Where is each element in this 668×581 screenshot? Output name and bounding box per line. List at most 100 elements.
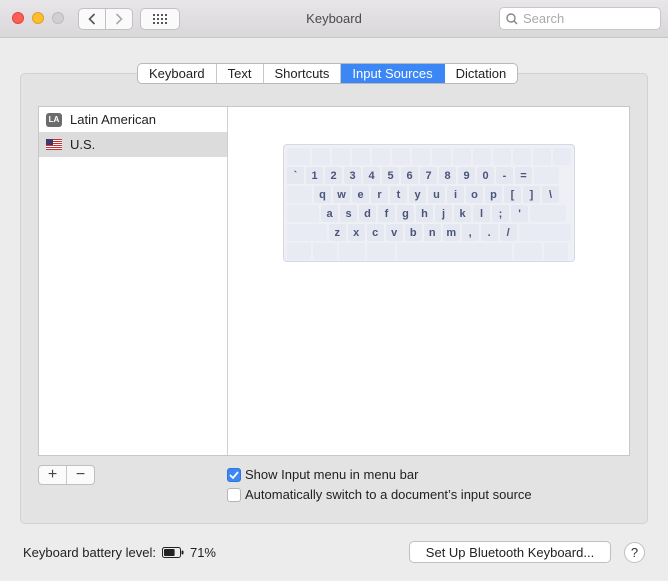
key — [472, 148, 491, 165]
key: d — [359, 205, 376, 222]
keyboard-qwerty-row: q w e r t y u i o p [ ] \ — [287, 186, 571, 203]
key: i — [447, 186, 464, 203]
key — [352, 148, 371, 165]
key: \ — [542, 186, 559, 203]
key: l — [473, 205, 490, 222]
tab-keyboard[interactable]: Keyboard — [138, 64, 217, 83]
add-source-button[interactable]: + — [39, 466, 67, 484]
battery-status: Keyboard battery level: 71% — [23, 545, 216, 560]
key: 6 — [401, 167, 418, 184]
key: 2 — [325, 167, 342, 184]
help-button[interactable]: ? — [624, 542, 645, 563]
key: 9 — [458, 167, 475, 184]
show-input-menu-checkbox[interactable] — [227, 467, 241, 482]
auto-switch-option[interactable]: Automatically switch to a document’s inp… — [227, 487, 532, 502]
us-flag-icon — [46, 139, 62, 150]
key: . — [480, 224, 498, 241]
key: 0 — [477, 167, 494, 184]
tab-input-sources[interactable]: Input Sources — [341, 64, 445, 83]
key-shift — [518, 224, 571, 241]
remove-source-button[interactable]: − — [67, 466, 94, 484]
key — [512, 148, 531, 165]
tab-dictation[interactable]: Dictation — [445, 64, 518, 83]
key — [367, 243, 395, 260]
key-shift — [287, 224, 327, 241]
key: t — [390, 186, 407, 203]
key-caps — [287, 205, 319, 222]
key: ] — [523, 186, 540, 203]
tab-text[interactable]: Text — [217, 64, 264, 83]
key: w — [333, 186, 350, 203]
show-input-menu-option[interactable]: Show Input menu in menu bar — [227, 467, 418, 482]
key-return — [530, 205, 566, 222]
key — [492, 148, 511, 165]
key: p — [485, 186, 502, 203]
key — [339, 243, 365, 260]
key: g — [397, 205, 414, 222]
add-remove-control: + − — [38, 465, 95, 485]
title-bar: Keyboard — [0, 0, 668, 38]
search-field[interactable] — [499, 7, 661, 30]
key — [372, 148, 391, 165]
key — [313, 243, 337, 260]
key: ` — [287, 167, 304, 184]
key: a — [321, 205, 338, 222]
key: 1 — [306, 167, 323, 184]
key-space — [397, 243, 512, 260]
key: = — [515, 167, 532, 184]
key: o — [466, 186, 483, 203]
auto-switch-checkbox[interactable] — [227, 487, 241, 502]
keyboard-home-row: a s d f g h j k l ; ' — [287, 205, 571, 222]
key: v — [385, 224, 403, 241]
key: e — [352, 186, 369, 203]
key: 4 — [363, 167, 380, 184]
la-badge-icon: LA — [46, 112, 62, 127]
battery-icon — [161, 547, 184, 558]
key — [552, 148, 572, 165]
keyboard-space-row — [287, 243, 571, 260]
key: k — [454, 205, 471, 222]
show-input-menu-label: Show Input menu in menu bar — [245, 467, 419, 482]
key: / — [499, 224, 517, 241]
key: m — [442, 224, 460, 241]
keyboard-viewer: ` 1 2 3 4 5 6 7 8 9 0 - = q w e r t y u … — [283, 144, 575, 262]
key — [514, 243, 542, 260]
key: ; — [492, 205, 509, 222]
keyboard-bottom-letter-row: z x c v b n m , . / — [287, 224, 571, 241]
key — [287, 243, 311, 260]
key: y — [409, 186, 426, 203]
keyboard-function-row — [287, 148, 572, 165]
key: h — [416, 205, 433, 222]
key: b — [404, 224, 422, 241]
input-sources-pane: LA Latin American U.S. ` 1 2 3 4 5 6 7 8… — [38, 106, 630, 456]
key: u — [428, 186, 445, 203]
input-source-list[interactable]: LA Latin American U.S. — [39, 107, 228, 455]
source-item-label: U.S. — [70, 137, 96, 152]
checkmark-icon — [229, 470, 239, 479]
auto-switch-label: Automatically switch to a document’s inp… — [245, 487, 532, 502]
search-icon — [506, 12, 518, 25]
tab-shortcuts[interactable]: Shortcuts — [264, 64, 342, 83]
key: f — [378, 205, 395, 222]
key — [392, 148, 411, 165]
key: 3 — [344, 167, 361, 184]
key — [452, 148, 471, 165]
source-item-label: Latin American — [70, 112, 156, 127]
key-delete — [534, 167, 559, 184]
key — [432, 148, 451, 165]
source-item-us[interactable]: U.S. — [39, 132, 227, 157]
key: - — [496, 167, 513, 184]
key-tab — [287, 186, 312, 203]
key — [287, 148, 310, 165]
key: c — [366, 224, 384, 241]
battery-value: 71% — [189, 545, 216, 560]
source-item-latin-american[interactable]: LA Latin American — [39, 107, 227, 132]
key: n — [423, 224, 441, 241]
setup-bluetooth-keyboard-button[interactable]: Set Up Bluetooth Keyboard... — [409, 541, 611, 563]
key — [544, 243, 568, 260]
key: ' — [511, 205, 528, 222]
key — [331, 148, 351, 165]
search-input[interactable] — [523, 11, 653, 26]
key — [311, 148, 330, 165]
keyboard-number-row: ` 1 2 3 4 5 6 7 8 9 0 - = — [287, 167, 571, 184]
